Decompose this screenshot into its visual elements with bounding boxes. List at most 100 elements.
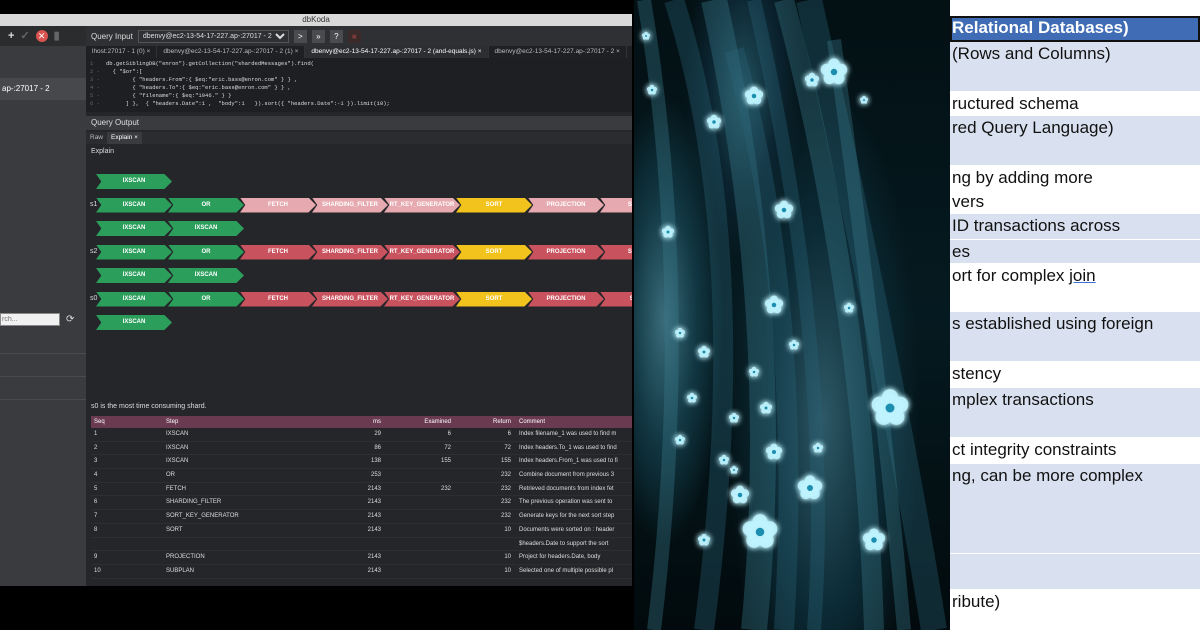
editor-tab[interactable]: dbenvy@ec2-13-54-17-227.ap-:27017 - 2 × bbox=[489, 46, 627, 58]
plan-stage-projection[interactable]: PROJECTION bbox=[528, 244, 604, 260]
plan-stage-sharding-filter[interactable]: SHARDING_FILTER bbox=[312, 291, 388, 307]
plan-stage-sharding-filter[interactable]: SHARDING_FILTER bbox=[312, 197, 388, 213]
plan-stage-projection[interactable]: PROJECTION bbox=[528, 197, 604, 213]
column-header[interactable]: Step bbox=[166, 416, 286, 428]
list-item[interactable] bbox=[0, 331, 86, 354]
sidebar-item-connection[interactable]: ap-:27017 - 2 bbox=[0, 78, 86, 100]
execute-all-button[interactable]: » bbox=[311, 29, 325, 43]
plan-stage-ixscan[interactable]: IXSCAN bbox=[96, 174, 172, 189]
table-cell: Index headers.From_1 was used to fi bbox=[519, 458, 618, 465]
plan-stage-ixscan[interactable]: IXSCAN bbox=[168, 221, 244, 236]
plan-stage-fetch[interactable]: FETCH bbox=[240, 291, 316, 307]
column-header[interactable]: Examined bbox=[381, 416, 451, 428]
plan-stage-or[interactable]: OR bbox=[168, 197, 244, 213]
table-cell: SHARDING_FILTER bbox=[166, 499, 222, 506]
tab-raw[interactable]: Raw bbox=[86, 132, 107, 144]
tab-explain[interactable]: Explain × bbox=[107, 132, 142, 144]
list-item[interactable] bbox=[0, 377, 86, 400]
plan-stage-fetch[interactable]: FETCH bbox=[240, 197, 316, 213]
editor-tab[interactable]: dbenvy@ec2-13-54-17-227.ap-:27017 - 2 (a… bbox=[305, 46, 489, 58]
table-cell: 2143 bbox=[367, 554, 381, 561]
plan-stage-ixscan[interactable]: IXSCAN bbox=[96, 197, 172, 213]
line-number: 4 - bbox=[90, 84, 100, 91]
plan-stage-rt-key-generator[interactable]: RT_KEY_GENERATOR bbox=[384, 197, 460, 213]
editor-tab[interactable]: dbenvy@ec2-13-54-17-227.ap-:27017 - 2 (1… bbox=[157, 46, 306, 58]
shard-stage-row: s0 IXSCAN OR FETCH SHARDING_FILTER RT_KEY_GEN… bbox=[86, 291, 632, 308]
table-row[interactable]: 1 IXSCAN 29 6 6 Index filename_1 was used to … bbox=[91, 428, 632, 442]
column-header[interactable]: Seq bbox=[91, 416, 166, 428]
table-row: (Rows and Columns) bbox=[950, 42, 1200, 92]
plan-stage-fetch[interactable]: FETCH bbox=[240, 244, 316, 260]
plan-stage-rt-key-generator[interactable]: RT_KEY_GENERATOR bbox=[384, 291, 460, 307]
plan-stage-sort[interactable]: SORT bbox=[456, 244, 532, 260]
execute-button[interactable]: > bbox=[293, 29, 307, 43]
plan-stage-sharding-filter[interactable]: SHARDING_FILTER bbox=[312, 244, 388, 260]
plan-stage-ixscan[interactable]: IXSCAN bbox=[96, 221, 172, 236]
table-cell: 232 bbox=[500, 499, 511, 506]
table-row[interactable]: $headers.Date to support the sort bbox=[91, 538, 632, 552]
plan-stage-or[interactable]: OR bbox=[168, 244, 244, 260]
shard-extra-row: IXSCAN IXSCAN bbox=[86, 268, 632, 284]
plan-stage-subpl[interactable]: SUBPL bbox=[600, 244, 632, 260]
plan-stage-ixscan[interactable]: IXSCAN bbox=[96, 244, 172, 260]
list-item[interactable] bbox=[0, 354, 86, 377]
plan-stage-projection[interactable]: PROJECTION bbox=[528, 291, 604, 307]
plan-stage-subp[interactable]: SUBP bbox=[600, 291, 632, 307]
table-row[interactable]: 3 IXSCAN 138 155 155 Index headers.From_1 was… bbox=[91, 455, 632, 470]
column-header[interactable]: Return bbox=[451, 416, 511, 428]
table-cell: 232 bbox=[500, 485, 511, 492]
refresh-icon[interactable]: ⟳ bbox=[66, 314, 74, 325]
table-row[interactable]: 10 SUBPLAN 2143 10 Selected one of multiple … bbox=[91, 565, 632, 579]
stats-body: 1 IXSCAN 29 6 6 Index filename_1 was used to … bbox=[91, 428, 632, 579]
table-cell: 10 bbox=[504, 567, 511, 574]
table-cell: IXSCAN bbox=[166, 431, 189, 437]
glowing-flower-shape bbox=[730, 485, 750, 504]
plan-stage-sort[interactable]: SORT bbox=[456, 291, 532, 307]
table-row[interactable]: 4 OR 253 232 Combine document from previous … bbox=[91, 469, 632, 483]
table-cell: 1 bbox=[94, 431, 98, 437]
add-icon[interactable]: + bbox=[8, 30, 14, 42]
table-row[interactable]: 8 SORT 2143 10 Documents were sorted on : he… bbox=[91, 524, 632, 538]
code-editor[interactable]: 1 db.getSiblingDB("enron").getCollection(… bbox=[86, 58, 632, 112]
table-row: red Query Language) bbox=[950, 116, 1200, 166]
table-cell: 9 bbox=[94, 554, 98, 561]
line-number: 6 - bbox=[90, 100, 100, 107]
plan-stage-ixscan[interactable]: IXSCAN bbox=[96, 315, 172, 330]
edit-icon[interactable]: ✓ bbox=[20, 30, 29, 42]
table-row[interactable]: 2 IXSCAN 86 72 72 Index headers.To_1 was used… bbox=[91, 442, 632, 456]
table-row: mplex transactions bbox=[950, 388, 1200, 438]
table-cell: IXSCAN bbox=[166, 458, 189, 465]
plan-stage-subpl[interactable]: SUBPL bbox=[600, 197, 632, 213]
plan-stage-rt-key-generator[interactable]: RT_KEY_GENERATOR bbox=[384, 244, 460, 260]
table-cell: 8 bbox=[94, 526, 98, 533]
editor-tab[interactable]: lhost:27017 - 1 (0) × bbox=[86, 46, 158, 58]
table-row[interactable]: 7 SORT_KEY_GENERATOR 2143 232 Generate keys … bbox=[91, 510, 632, 524]
search-input[interactable] bbox=[0, 312, 60, 326]
table-cell: Combine document from previous 3 bbox=[519, 472, 615, 479]
column-header[interactable]: ms bbox=[286, 416, 381, 428]
table-row[interactable]: 9 PROJECTION 2143 10 Project for headers.Dat… bbox=[91, 551, 632, 565]
table-cell bbox=[91, 538, 166, 551]
plan-stage-ixscan[interactable]: IXSCAN bbox=[168, 268, 244, 283]
query-input-label: Query Input bbox=[91, 31, 133, 41]
table-row: ort for complex join bbox=[950, 264, 1200, 312]
table-row: ng, can be more complex bbox=[950, 464, 1200, 554]
table-row[interactable]: 6 SHARDING_FILTER 2143 232 The previous oper… bbox=[91, 496, 632, 511]
table-cell bbox=[381, 496, 451, 509]
close-icon[interactable]: ✕ bbox=[35, 30, 48, 42]
plan-stage-or[interactable]: OR bbox=[168, 291, 244, 307]
spellcheck-underlined-word: join bbox=[1069, 266, 1096, 285]
table-row[interactable]: 5 FETCH 2143 232 232 Retrieved documents from… bbox=[91, 483, 632, 497]
connection-select[interactable]: dbenvy@ec2-13-54-17-227.ap-:27017 - 2 bbox=[137, 29, 289, 43]
column-header[interactable]: Comment bbox=[511, 416, 632, 428]
plan-stage-sort[interactable]: SORT bbox=[456, 197, 532, 213]
help-button[interactable]: ? bbox=[329, 29, 343, 43]
plan-stage-ixscan[interactable]: IXSCAN bbox=[96, 291, 172, 307]
stop-button[interactable]: ■ bbox=[347, 29, 361, 43]
delete-icon[interactable]: ▮ bbox=[54, 30, 60, 42]
plan-stage-ixscan[interactable]: IXSCAN bbox=[96, 268, 172, 283]
code-text: { "headers.To":{ $eq:"eric.bass@enron.co… bbox=[106, 84, 291, 91]
table-row: s established using foreign bbox=[950, 312, 1200, 362]
table-cell: 3 bbox=[94, 458, 98, 465]
table-cell: 7 bbox=[94, 513, 98, 520]
